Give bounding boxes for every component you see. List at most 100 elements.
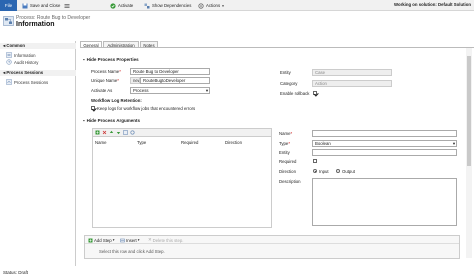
direction-input-radio[interactable] bbox=[313, 169, 317, 173]
log-retention-title: Workflow Log Retention: bbox=[91, 98, 142, 103]
page-title: Information bbox=[16, 21, 55, 28]
move-up-icon[interactable] bbox=[109, 130, 114, 135]
activate-as-label: Activate As bbox=[91, 88, 113, 93]
keep-logs-checkbox[interactable] bbox=[91, 106, 95, 110]
show-dependencies-label: Show Dependencies bbox=[152, 3, 192, 8]
arg-entity-select[interactable] bbox=[312, 149, 457, 156]
required-marker: * bbox=[288, 141, 291, 146]
arg-type-label: Type* bbox=[279, 141, 290, 146]
column-header-name[interactable]: Name bbox=[95, 140, 106, 145]
arg-description-label: Description bbox=[279, 179, 301, 184]
arg-type-select[interactable]: Boolean ▾ bbox=[312, 140, 457, 147]
required-marker: * bbox=[119, 69, 121, 74]
chevron-down-icon: ▾ bbox=[452, 141, 455, 146]
nav-section-common[interactable]: ◂ Common bbox=[0, 43, 76, 49]
insert-button[interactable]: Insert ▾ bbox=[120, 237, 140, 243]
process-name-label-text: Process Name bbox=[91, 69, 120, 74]
required-marker: * bbox=[117, 78, 119, 83]
add-argument-icon[interactable] bbox=[95, 130, 100, 135]
menu-icon bbox=[64, 3, 70, 8]
category-label: Category bbox=[280, 81, 298, 86]
activate-as-value: Process bbox=[133, 88, 149, 93]
add-step-button[interactable]: Add Step ▾ bbox=[88, 237, 114, 243]
status-bar-text: Status: Draft bbox=[3, 270, 29, 275]
process-name-label: Process Name* bbox=[91, 69, 121, 74]
nav-section-common-label: Common bbox=[6, 43, 25, 48]
required-marker: * bbox=[290, 131, 293, 136]
dependencies-icon bbox=[144, 3, 150, 8]
column-header-type[interactable]: Type bbox=[137, 140, 146, 145]
delete-icon: ✕ bbox=[148, 237, 152, 242]
unique-name-label: Unique Name* bbox=[91, 78, 119, 83]
column-header-required[interactable]: Required bbox=[181, 140, 198, 145]
audit-history-icon bbox=[6, 59, 12, 65]
nav-item-process-sessions[interactable]: Process Sessions bbox=[6, 79, 48, 85]
delete-argument-icon[interactable] bbox=[102, 130, 107, 135]
nav-item-audit-history[interactable]: Audit History bbox=[6, 59, 38, 65]
save-close-button[interactable]: Save and Close bbox=[22, 1, 60, 10]
left-navigation: ◂ Common Information Audit History ◂ Pro… bbox=[0, 41, 76, 266]
solution-status: Working on solution: Default Solution bbox=[393, 2, 471, 7]
collapse-arrow-icon: ▪ bbox=[83, 57, 85, 62]
activate-button[interactable]: Activate bbox=[110, 1, 133, 10]
arg-type-label-text: Type bbox=[279, 141, 289, 146]
insert-icon bbox=[120, 238, 125, 242]
process-icon bbox=[3, 16, 14, 26]
arguments-toolbar bbox=[92, 128, 272, 136]
arg-name-label-text: Name bbox=[279, 131, 291, 136]
show-dependencies-button[interactable]: Show Dependencies bbox=[144, 1, 191, 10]
activate-as-select[interactable]: Process ▾ bbox=[130, 87, 210, 94]
arg-entity-label: Entity bbox=[279, 150, 290, 155]
steps-hint[interactable]: Select this row and click Add Step. bbox=[99, 249, 165, 254]
steps-toolbar: Add Step ▾ Insert ▾ ✕ Delete this step. bbox=[85, 236, 459, 244]
nav-item-information[interactable]: Information bbox=[6, 52, 36, 58]
direction-output-radio[interactable] bbox=[336, 169, 340, 173]
chevron-down-icon: ▾ bbox=[137, 238, 140, 242]
chevron-down-icon: ▾ bbox=[205, 88, 208, 93]
process-arguments-section-title: Hide Process Arguments bbox=[86, 118, 140, 123]
arg-direction-label: Direction bbox=[279, 169, 296, 174]
column-header-direction[interactable]: Direction bbox=[225, 140, 242, 145]
actions-button[interactable]: Actions ▾ bbox=[198, 1, 224, 10]
arg-required-label: Required bbox=[279, 159, 297, 164]
enable-rollback-checkbox[interactable] bbox=[313, 91, 317, 95]
unique-name-label-text: Unique Name bbox=[91, 78, 118, 83]
entity-label: Entity bbox=[280, 70, 291, 75]
process-name-input[interactable]: Route Bug to Developer bbox=[130, 68, 210, 75]
process-arguments-section-toggle[interactable]: ▪ Hide Process Arguments bbox=[83, 118, 140, 123]
process-properties-section-title: Hide Process Properties bbox=[86, 57, 139, 62]
log-retention-title-text: Workflow Log Retention bbox=[91, 98, 141, 103]
process-properties-section-toggle[interactable]: ▪ Hide Process Properties bbox=[83, 57, 139, 62]
nav-item-process-sessions-label: Process Sessions bbox=[14, 79, 49, 85]
collapse-arrow-icon: ▪ bbox=[83, 118, 85, 123]
nav-section-process-sessions-label: Process Sessions bbox=[6, 70, 44, 75]
category-field: Action bbox=[312, 80, 392, 87]
information-icon bbox=[6, 52, 12, 58]
process-sessions-icon bbox=[6, 79, 12, 85]
direction-output-label: Output bbox=[342, 169, 355, 174]
nav-item-information-label: Information bbox=[14, 52, 36, 58]
arg-name-input[interactable] bbox=[312, 130, 457, 137]
arguments-grid: Name Type Required Direction bbox=[92, 136, 272, 228]
chevron-down-icon: ▾ bbox=[112, 238, 115, 242]
nav-section-process-sessions[interactable]: ◂ Process Sessions bbox=[0, 70, 76, 76]
move-down-icon[interactable] bbox=[116, 130, 121, 135]
unique-name-input[interactable]: RouteBugtoDeveloper bbox=[140, 77, 210, 84]
delete-step-button[interactable]: ✕ Delete this step. bbox=[148, 237, 183, 243]
activate-icon bbox=[110, 2, 116, 9]
scrollbar-thumb[interactable] bbox=[467, 56, 471, 166]
refresh-icon[interactable] bbox=[130, 130, 135, 135]
save-close-label: Save and Close bbox=[30, 3, 61, 8]
enable-rollback-label: Enable rollback bbox=[280, 91, 310, 96]
nav-item-audit-history-label: Audit History bbox=[14, 59, 39, 65]
unique-name-prefix: new_ bbox=[130, 77, 140, 84]
actions-label: Actions bbox=[206, 3, 221, 8]
arg-description-input[interactable] bbox=[312, 178, 457, 226]
direction-input-label: Input bbox=[319, 169, 329, 174]
properties-icon[interactable] bbox=[123, 130, 128, 135]
toolbar-menu-button[interactable] bbox=[64, 1, 70, 10]
insert-label: Insert bbox=[126, 237, 137, 243]
arg-required-checkbox[interactable] bbox=[313, 159, 317, 163]
steps-area: Add Step ▾ Insert ▾ ✕ Delete this step. … bbox=[84, 235, 460, 259]
file-button[interactable]: File bbox=[0, 0, 17, 11]
